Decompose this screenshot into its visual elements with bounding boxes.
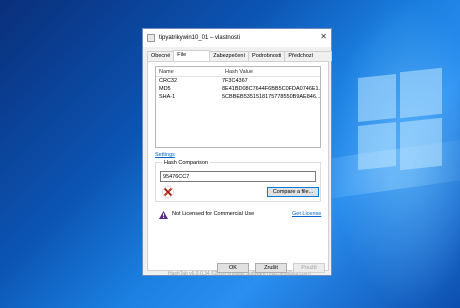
tab-previous-versions[interactable]: Předchozí verze <box>284 51 332 68</box>
settings-link[interactable]: Settings <box>155 152 175 158</box>
title-bar[interactable]: tipyatrikywin10_01 – vlastnosti <box>143 29 331 47</box>
properties-dialog: tipyatrikywin10_01 – vlastnosti ✕ Obecné… <box>142 28 332 277</box>
hash-name: CRC32 <box>159 78 178 84</box>
compare-file-button[interactable]: Compare a file... <box>267 187 319 197</box>
warning-icon <box>159 211 168 219</box>
hash-list-header: Name Hash Value <box>156 67 320 77</box>
mismatch-x-icon <box>162 186 174 198</box>
get-license-link[interactable]: Get License <box>292 211 321 217</box>
tab-details[interactable]: Podrobnosti <box>248 51 286 61</box>
hash-name: SHA-1 <box>159 94 176 100</box>
hash-comparison-label: Hash Comparison <box>162 160 211 166</box>
hash-row[interactable]: SHA-1 5CBBEB5351518175778550B9AE846... <box>156 93 320 101</box>
close-icon[interactable]: ✕ <box>320 32 327 41</box>
hash-list[interactable]: Name Hash Value CRC32 7F3C4367 MD5 8E41B… <box>155 66 321 148</box>
hash-row[interactable]: MD5 8E41BD08C7644F6BB5C0FDA0746E1... <box>156 85 320 93</box>
file-hashes-panel: Name Hash Value CRC32 7F3C4367 MD5 8E41B… <box>147 61 329 277</box>
hash-name: MD5 <box>159 86 171 92</box>
ok-button[interactable]: OK <box>217 263 249 273</box>
windows-logo-icon <box>352 62 444 182</box>
column-header-name[interactable]: Name <box>156 67 222 76</box>
tab-file-hashes[interactable]: File Hashes <box>173 50 211 67</box>
tab-general[interactable]: Obecné <box>147 51 175 61</box>
hash-value: 8E41BD08C7644F6BB5C0FDA0746E1... <box>222 86 320 92</box>
hash-value: 5CBBEB5351518175778550B9AE846... <box>222 94 320 100</box>
column-header-hash-value[interactable]: Hash Value <box>222 67 320 76</box>
hash-value: 7F3C4367 <box>222 78 248 84</box>
file-icon <box>147 34 155 42</box>
apply-button[interactable]: Použít <box>293 263 325 273</box>
cancel-button[interactable]: Zrušit <box>255 263 287 273</box>
hash-comparison-group: Hash Comparison Compare a file... <box>155 160 321 202</box>
window-title: tipyatrikywin10_01 – vlastnosti <box>159 35 241 41</box>
hash-row[interactable]: CRC32 7F3C4367 <box>156 77 320 85</box>
tab-security[interactable]: Zabezpečení <box>209 51 250 61</box>
tab-bar: Obecné File Hashes Zabezpečení Podrobnos… <box>147 50 332 68</box>
hash-comparison-input[interactable] <box>160 171 316 182</box>
license-status-text: Not Licensed for Commercial Use <box>172 211 255 217</box>
